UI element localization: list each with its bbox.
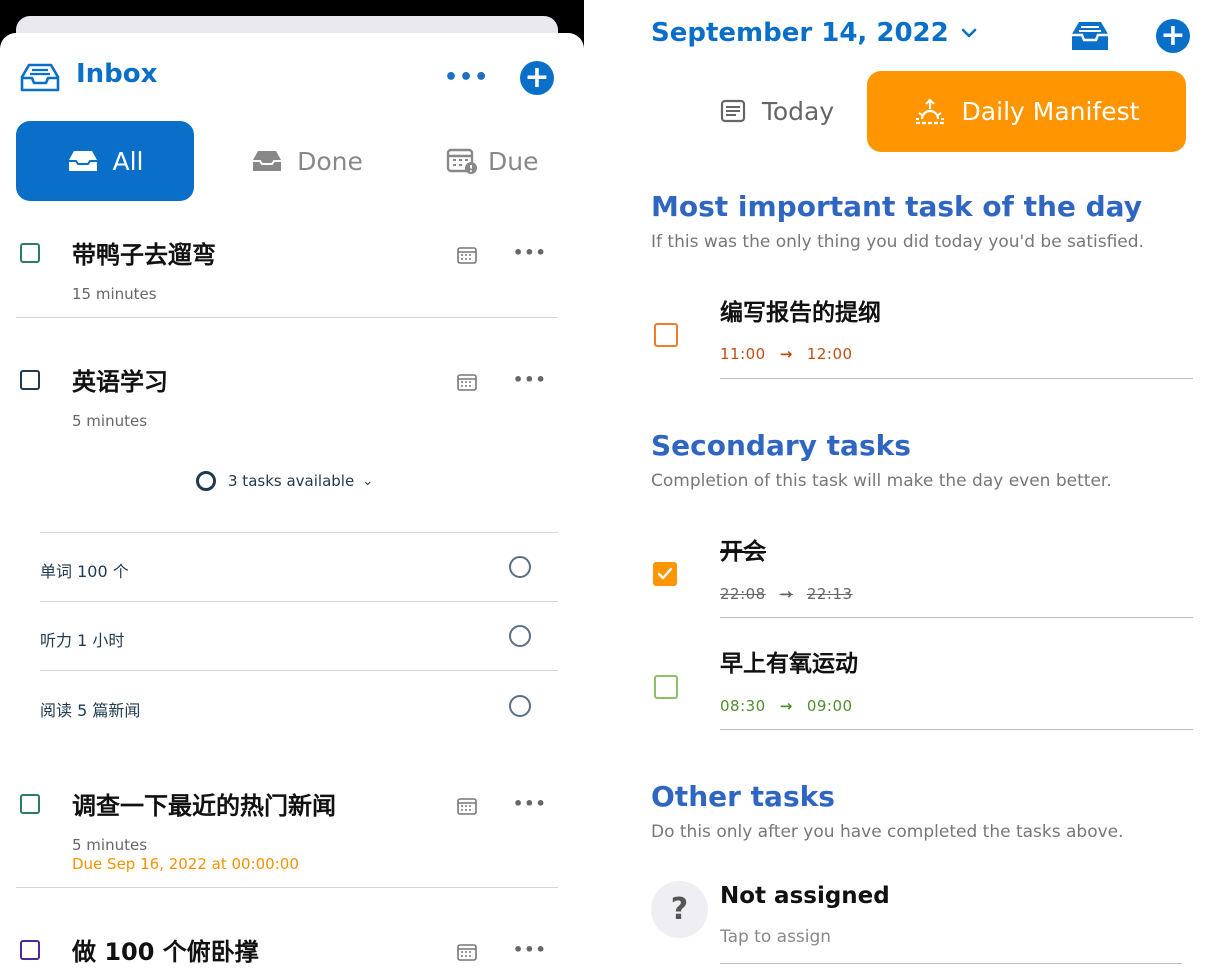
calendar-icon[interactable] — [457, 797, 477, 819]
task-title: 编写报告的提纲 — [720, 300, 881, 326]
task-more-button[interactable]: ••• — [513, 243, 547, 262]
document-icon — [720, 99, 746, 123]
inbox-sheet: Inbox ••• + All Done Due 带鸭子去遛弯 15 minut… — [0, 33, 584, 980]
divider — [16, 317, 558, 318]
manifest-panel: September 14, 2022 + Today Daily Manifes… — [627, 0, 1208, 980]
question-icon[interactable]: ? — [651, 881, 708, 938]
chevron-down-icon: ⌄ — [362, 473, 374, 489]
tab-today[interactable]: Today — [667, 71, 887, 151]
task-time-range: 08:30 → 09:00 — [720, 697, 853, 715]
filter-done-label: Done — [297, 146, 363, 176]
divider — [720, 378, 1193, 379]
section-title: Most important task of the day — [651, 190, 1142, 223]
task-checkbox-checked[interactable] — [653, 562, 677, 586]
inbox-button[interactable] — [1069, 20, 1111, 56]
task-title: 英语学习 — [72, 368, 168, 396]
task-checkbox[interactable] — [654, 675, 678, 699]
tab-today-label: Today — [761, 96, 835, 126]
subtask-checkbox[interactable] — [509, 695, 531, 717]
divider — [720, 617, 1193, 618]
section-subtitle: Do this only after you have completed th… — [651, 822, 1124, 842]
end-time: 22:13 — [806, 585, 853, 603]
divider — [40, 532, 558, 533]
filter-due-label: Due — [488, 146, 539, 176]
current-date: September 14, 2022 — [651, 18, 949, 48]
subtasks-count: 3 tasks available — [228, 472, 355, 490]
calendar-icon[interactable] — [457, 246, 477, 268]
tab-daily-manifest-label: Daily Manifest — [961, 97, 1140, 126]
task-checkbox[interactable] — [20, 243, 40, 263]
add-task-button[interactable]: + — [520, 61, 554, 95]
end-time: 12:00 — [806, 345, 853, 363]
tap-to-assign-hint: Tap to assign — [720, 927, 832, 947]
task-duration: 5 minutes — [72, 412, 148, 430]
chevron-down-icon — [961, 28, 977, 38]
unassigned-title[interactable]: Not assigned — [720, 883, 890, 909]
filter-all[interactable]: All — [16, 121, 194, 201]
subtask-label: 听力 1 小时 — [40, 631, 125, 650]
task-checkbox[interactable] — [20, 794, 40, 814]
more-options-button[interactable]: ••• — [444, 65, 489, 90]
inbox-panel: Inbox ••• + All Done Due 带鸭子去遛弯 15 minut… — [0, 0, 584, 980]
section-title: Other tasks — [651, 780, 835, 813]
task-more-button[interactable]: ••• — [513, 370, 547, 389]
sunrise-icon — [914, 97, 946, 127]
subtask-label: 阅读 5 篇新闻 — [40, 701, 141, 720]
inbox-icon — [18, 61, 62, 95]
inbox-title: Inbox — [76, 59, 158, 89]
start-time: 11:00 — [720, 345, 766, 363]
checkmark-icon — [657, 567, 673, 580]
divider — [16, 887, 558, 888]
task-time-range: 11:00 → 12:00 — [720, 345, 853, 363]
arrow-right-icon: → — [779, 585, 793, 603]
task-checkbox[interactable] — [20, 940, 40, 960]
task-more-button[interactable]: ••• — [513, 940, 547, 959]
task-duration: 15 minutes — [72, 285, 157, 303]
calendar-icon[interactable] — [457, 943, 477, 965]
arrow-right-icon: → — [779, 697, 793, 715]
task-title: 做 100 个俯卧撑 — [72, 938, 259, 966]
progress-ring-icon — [196, 471, 216, 491]
section-subtitle: If this was the only thing you did today… — [651, 232, 1144, 252]
subtask-checkbox[interactable] — [509, 556, 531, 578]
task-checkbox[interactable] — [20, 370, 40, 390]
calendar-icon[interactable] — [457, 373, 477, 395]
task-title: 调查一下最近的热门新闻 — [72, 792, 336, 820]
task-title: 早上有氧运动 — [720, 651, 858, 677]
inbox-icon — [67, 149, 99, 173]
divider — [40, 670, 558, 671]
task-duration: 5 minutes — [72, 836, 148, 854]
task-title: 带鸭子去遛弯 — [72, 241, 216, 269]
task-due-date: Due Sep 16, 2022 at 00:00:00 — [72, 855, 299, 873]
add-task-button[interactable]: + — [1156, 19, 1190, 53]
subtask-checkbox[interactable] — [509, 625, 531, 647]
task-time-range: 22:08 → 22:13 — [720, 585, 853, 603]
start-time: 08:30 — [720, 697, 766, 715]
tray-icon — [251, 149, 283, 173]
end-time: 09:00 — [806, 697, 853, 715]
date-picker[interactable]: September 14, 2022 — [651, 18, 977, 48]
subtask-label: 单词 100 个 — [40, 562, 129, 581]
filter-done[interactable]: Done — [232, 121, 382, 201]
filter-all-label: All — [112, 146, 144, 176]
section-subtitle: Completion of this task will make the da… — [651, 471, 1112, 491]
divider — [40, 601, 558, 602]
divider — [720, 729, 1193, 730]
arrow-right-icon: → — [779, 345, 793, 363]
task-title: 开会 — [720, 539, 766, 565]
calendar-alert-icon — [446, 147, 478, 175]
filter-due[interactable]: Due — [446, 121, 566, 201]
divider — [720, 963, 1182, 964]
tab-daily-manifest[interactable]: Daily Manifest — [867, 71, 1186, 152]
subtasks-toggle[interactable]: 3 tasks available ⌄ — [196, 471, 373, 491]
task-more-button[interactable]: ••• — [513, 794, 547, 813]
start-time: 22:08 — [720, 585, 766, 603]
section-title: Secondary tasks — [651, 429, 911, 462]
task-checkbox[interactable] — [654, 323, 678, 347]
